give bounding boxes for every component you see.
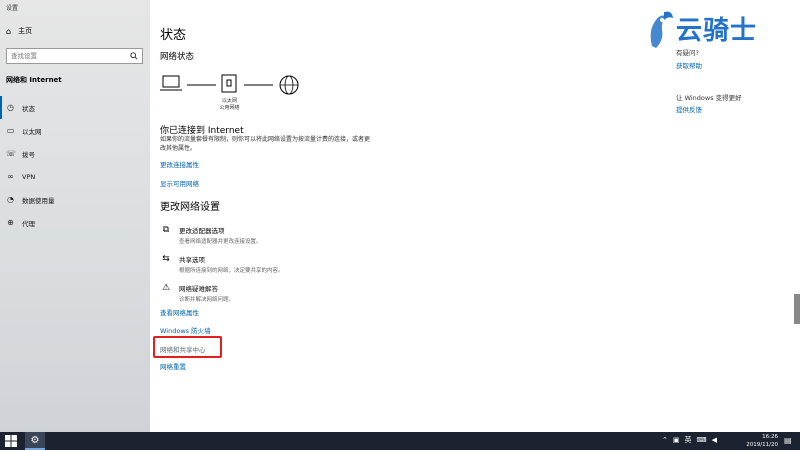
windows-firewall-link[interactable]: Windows 防火墙 — [160, 325, 211, 335]
option-title: 更改适配器选项 — [179, 227, 225, 235]
scrollbar[interactable] — [794, 294, 800, 324]
status-icon: ◷ — [7, 103, 14, 112]
window-title: 设置 — [6, 5, 19, 12]
clock[interactable]: 16:26 2019/11/20 — [740, 433, 778, 449]
clock-time: 16:26 — [762, 434, 778, 440]
sidebar-item-data-usage[interactable]: ◔ 数据使用量 — [0, 188, 150, 211]
sidebar-item-label: 代理 — [22, 219, 35, 228]
diagram-labels: 以太网 公用网络 — [217, 98, 242, 112]
connected-description: 如果你的流量套餐有限制，则你可以将此网络设置为按流量计费的连接，或者更改其他属性… — [160, 136, 371, 152]
warning-icon: ⚠ — [161, 283, 171, 293]
adapter-icon: ⧉ — [162, 225, 170, 235]
network-reset-link[interactable]: 网络重置 — [160, 361, 186, 371]
option-sharing[interactable]: ⇆ 共享选项 根据所连接到的网络，决定要共享的内容。 — [160, 254, 284, 274]
sidebar-section-title: 网络和 Internet — [6, 76, 62, 84]
sidebar-item-label: 数据使用量 — [22, 196, 55, 205]
dialup-icon: ☏ — [6, 149, 17, 158]
home-icon: ⌂ — [6, 26, 12, 36]
change-network-settings-heading: 更改网络设置 — [160, 202, 220, 213]
sidebar-item-label: 以太网 — [22, 127, 42, 136]
ethernet-port-icon — [221, 74, 237, 93]
network-type-label: 公用网络 — [219, 105, 240, 111]
option-desc: 根据所连接到的网络，决定要共享的内容。 — [179, 268, 284, 274]
vpn-icon: ∞ — [7, 172, 14, 181]
ime-indicator[interactable]: 英 — [685, 435, 692, 445]
network-tray-icon[interactable]: ▣ — [673, 436, 680, 444]
globe-icon — [279, 75, 299, 95]
improve-windows-text: 让 Windows 变得更好 — [676, 94, 742, 102]
laptop-icon — [160, 75, 182, 91]
main-content: 状态 网络状态 以太网 公用网络 你已连接到 Internet 如果你的流量套餐… — [160, 0, 660, 432]
sidebar-item-dialup[interactable]: ☏ 拨号 — [0, 142, 150, 165]
sidebar-item-label: 拨号 — [22, 150, 35, 159]
tray-chevron-icon[interactable]: ⌃ — [662, 436, 668, 444]
proxy-icon: ⊕ — [7, 218, 14, 227]
option-adapter[interactable]: ⧉ 更改适配器选项 查看网络适配器并更改连接设置。 — [160, 225, 262, 245]
option-title: 网络疑难解答 — [179, 285, 218, 293]
volume-icon[interactable]: ◀ — [712, 436, 717, 444]
network-status-heading: 网络状态 — [160, 52, 195, 62]
data-usage-icon: ◔ — [7, 195, 14, 204]
get-help-link[interactable]: 获取帮助 — [676, 60, 702, 70]
taskbar-settings-app[interactable]: ⚙ — [25, 432, 45, 450]
windows-start-icon[interactable] — [5, 435, 17, 447]
search-box[interactable] — [6, 48, 143, 64]
keyboard-icon[interactable]: ⌨ — [697, 436, 707, 444]
sidebar-item-label: 状态 — [22, 104, 35, 113]
sidebar-item-ethernet[interactable]: ▭ 以太网 — [0, 119, 150, 142]
sidebar-item-status[interactable]: ◷ 状态 — [0, 96, 150, 119]
sidebar-home[interactable]: ⌂ 主页 — [6, 26, 32, 36]
search-input[interactable] — [11, 52, 121, 60]
sidebar-item-vpn[interactable]: ∞ VPN — [0, 165, 150, 188]
taskbar: ⚙ ⌃ ▣ 英 ⌨ ◀ 16:26 2019/11/20 ▤ — [0, 432, 800, 450]
notification-icon[interactable]: ▤ — [784, 436, 792, 445]
ethernet-icon: ▭ — [6, 126, 15, 135]
adapter-label: 以太网 — [221, 98, 237, 104]
logo-text: 云骑士 — [676, 16, 758, 46]
change-connection-properties-link[interactable]: 更改连接属性 — [160, 159, 199, 169]
search-icon — [130, 52, 138, 60]
watermark-logo: 云骑士 — [650, 6, 785, 54]
show-available-networks-link[interactable]: 显示可用网络 — [160, 178, 199, 188]
help-question: 有疑问? — [676, 49, 699, 57]
give-feedback-link[interactable]: 提供反馈 — [676, 104, 702, 114]
view-network-properties-link[interactable]: 查看网络属性 — [160, 307, 199, 317]
sharing-icon: ⇆ — [162, 254, 170, 264]
knight-logo-icon — [650, 11, 673, 48]
sidebar-nav: ◷ 状态 ▭ 以太网 ☏ 拨号 ∞ VPN ◔ 数据使用量 ⊕ 代理 — [0, 96, 150, 234]
sidebar: 设置 ⌂ 主页 网络和 Internet ◷ 状态 ▭ 以太网 ☏ 拨号 ∞ V… — [0, 0, 150, 432]
system-tray: ⌃ ▣ 英 ⌨ ◀ — [662, 435, 717, 445]
option-desc: 查看网络适配器并更改连接设置。 — [179, 239, 262, 245]
sidebar-item-label: VPN — [22, 172, 36, 181]
option-title: 共享选项 — [179, 256, 205, 264]
clock-date: 2019/11/20 — [746, 442, 778, 448]
option-troubleshoot[interactable]: ⚠ 网络疑难解答 诊断并解决网络问题。 — [160, 283, 234, 303]
highlight-annotation — [153, 336, 222, 358]
sidebar-item-proxy[interactable]: ⊕ 代理 — [0, 211, 150, 234]
sidebar-home-label: 主页 — [18, 27, 33, 35]
network-diagram: 以太网 公用网络 — [160, 72, 320, 117]
gear-icon: ⚙ — [30, 434, 40, 446]
page-title: 状态 — [160, 28, 187, 43]
option-desc: 诊断并解决网络问题。 — [179, 297, 235, 303]
